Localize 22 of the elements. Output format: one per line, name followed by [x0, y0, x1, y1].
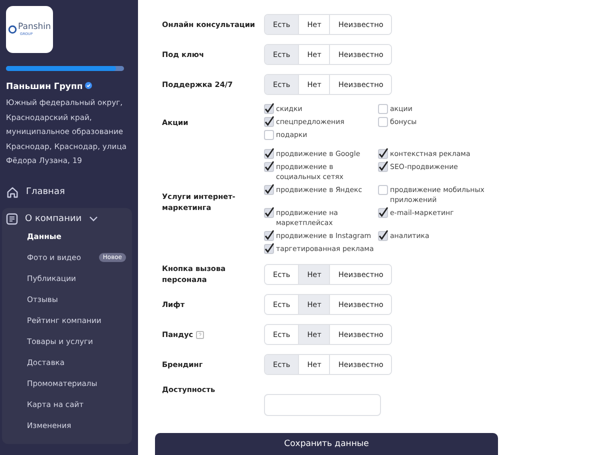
checkbox[interactable] [264, 185, 274, 195]
nav-item[interactable]: Главная [6, 186, 138, 198]
logo-title: Panshin [18, 23, 51, 32]
checkbox[interactable] [264, 231, 274, 241]
checkbox[interactable] [264, 208, 274, 218]
home-icon [6, 186, 19, 198]
checkbox[interactable] [378, 231, 388, 241]
select-field[interactable] [264, 394, 381, 416]
checkbox[interactable] [378, 208, 388, 218]
checkbox[interactable] [378, 162, 388, 172]
checkbox[interactable] [378, 149, 388, 159]
chevron-icon [88, 216, 98, 222]
save-button[interactable]: Сохранить данные [155, 433, 498, 455]
menu-group-header[interactable]: О компании [6, 212, 132, 226]
document-icon [6, 212, 18, 224]
checkbox[interactable] [264, 149, 274, 159]
checkbox[interactable] [264, 162, 274, 172]
logo-mark-icon [8, 25, 17, 34]
company-name: Паньшин Групп [6, 82, 83, 92]
checkbox[interactable] [264, 244, 274, 254]
checkbox[interactable] [264, 117, 274, 127]
checkbox[interactable] [264, 104, 274, 114]
